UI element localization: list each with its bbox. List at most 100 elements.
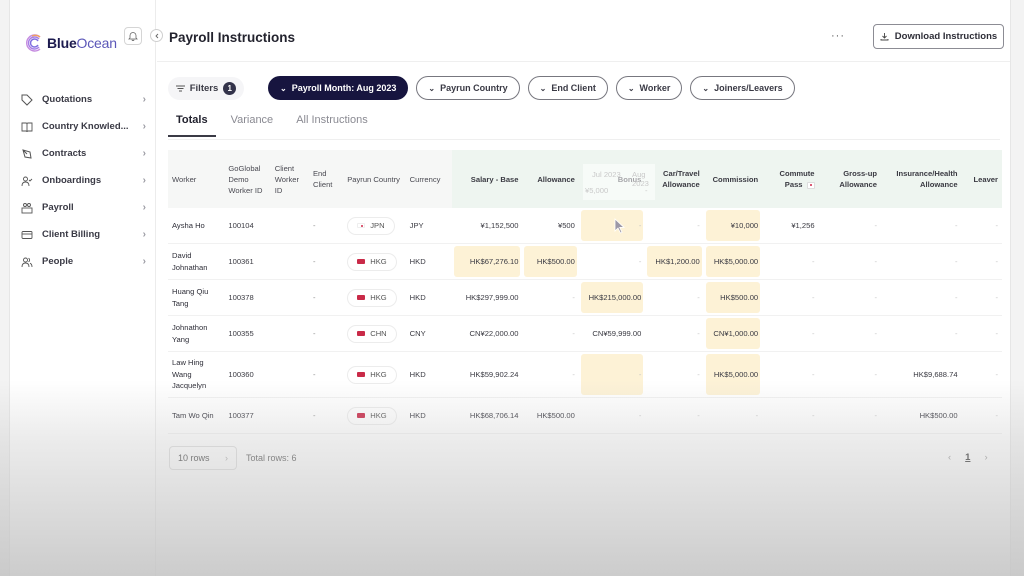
sidebar-item-onboardings[interactable]: Onboardings ›: [20, 167, 146, 194]
leaver-cell[interactable]: -: [961, 316, 1002, 352]
insurance-cell[interactable]: -: [880, 208, 962, 244]
car-cell[interactable]: -: [645, 352, 704, 398]
worker-name-cell[interactable]: Huang Qiu Tang: [168, 280, 225, 316]
tab-variance[interactable]: Variance: [223, 112, 282, 137]
filter-chip-end-client[interactable]: ⌄ End Client: [527, 76, 608, 100]
column-header[interactable]: End Client: [308, 150, 344, 208]
column-header[interactable]: Commission: [703, 150, 763, 208]
grossup-cell[interactable]: -: [818, 208, 881, 244]
car-cell[interactable]: -: [645, 316, 704, 352]
insurance-cell[interactable]: HK$9,688.74: [880, 352, 962, 398]
tab-totals[interactable]: Totals: [168, 112, 216, 137]
grossup-cell[interactable]: -: [818, 316, 881, 352]
table-row[interactable]: Johnathon Yang 100355 - CHN CNY CN¥22,000.00 -…: [168, 316, 1002, 352]
allowance-cell[interactable]: HK$500.00: [522, 244, 579, 280]
car-cell[interactable]: HK$1,200.00: [645, 244, 704, 280]
insurance-cell[interactable]: -: [880, 280, 962, 316]
car-cell[interactable]: -: [645, 280, 704, 316]
rows-per-page-select[interactable]: 10 rows ›: [169, 446, 237, 470]
leaver-cell[interactable]: -: [961, 244, 1002, 280]
page-number-button[interactable]: 1: [965, 452, 970, 463]
filter-chip-worker[interactable]: ⌄ Worker: [615, 76, 683, 100]
insurance-cell[interactable]: -: [880, 316, 962, 352]
filter-chip-payrun-country[interactable]: ⌄ Payrun Country: [416, 76, 520, 100]
filter-chip-joiners-leavers[interactable]: ⌄ Joiners/Leavers: [690, 76, 795, 100]
sidebar-item-country-knowledge[interactable]: Country Knowled... ›: [20, 113, 146, 140]
commission-cell[interactable]: CN¥1,000.00: [703, 316, 763, 352]
bonus-cell[interactable]: -: [578, 352, 646, 398]
grossup-cell[interactable]: -: [818, 244, 881, 280]
column-header[interactable]: Payrun Country: [343, 150, 406, 208]
column-header[interactable]: GoGlobal Demo Worker ID: [224, 150, 271, 208]
allowance-cell[interactable]: -: [522, 352, 579, 398]
collapse-sidebar-button[interactable]: [150, 29, 163, 42]
logo[interactable]: BlueOcean: [25, 33, 117, 53]
grossup-cell[interactable]: -: [818, 398, 881, 434]
column-header-commute-pass[interactable]: Commute Pass: [762, 150, 819, 208]
worker-name-cell[interactable]: Aysha Ho: [168, 208, 225, 244]
leaver-cell[interactable]: -: [961, 352, 1002, 398]
car-cell[interactable]: -: [645, 208, 704, 244]
table-row[interactable]: Huang Qiu Tang 100378 - HKG HKD HK$297,999.00…: [168, 280, 1002, 316]
column-header[interactable]: Leaver: [961, 150, 1002, 208]
worker-name-cell[interactable]: Tam Wo Qin: [168, 398, 225, 434]
column-header[interactable]: Insurance/Health Allowance: [880, 150, 962, 208]
column-header[interactable]: Currency: [405, 150, 452, 208]
sidebar-item-contracts[interactable]: Contracts ›: [20, 140, 146, 167]
commute-cell[interactable]: -: [762, 280, 819, 316]
grossup-cell[interactable]: -: [818, 352, 881, 398]
column-header[interactable]: Worker: [168, 150, 225, 208]
bonus-cell[interactable]: HK$215,000.00: [578, 280, 646, 316]
allowance-cell[interactable]: -: [522, 316, 579, 352]
tab-all-instructions[interactable]: All Instructions: [288, 112, 376, 137]
salary-cell[interactable]: HK$68,706.14: [451, 398, 523, 434]
allowance-cell[interactable]: ¥500: [522, 208, 579, 244]
sidebar-item-payroll[interactable]: Payroll ›: [20, 194, 146, 221]
salary-cell[interactable]: HK$59,902.24: [451, 352, 523, 398]
salary-cell[interactable]: ¥1,152,500: [451, 208, 523, 244]
allowance-cell[interactable]: -: [522, 280, 579, 316]
leaver-cell[interactable]: -: [961, 280, 1002, 316]
grossup-cell[interactable]: -: [818, 280, 881, 316]
column-header[interactable]: Allowance: [522, 150, 579, 208]
table-row[interactable]: Aysha Ho 100104 - JPN JPY ¥1,152,500 ¥500 - - ¥10…: [168, 208, 1002, 244]
table-row[interactable]: Law Hing Wang Jacquelyn 100360- HKG HKD HK$5…: [168, 352, 1002, 398]
commute-cell[interactable]: ¥1,256: [762, 208, 819, 244]
commute-cell[interactable]: -: [762, 316, 819, 352]
table-row[interactable]: David Johnathan 100361 - HKG HKD HK$67,276.10…: [168, 244, 1002, 280]
commission-cell[interactable]: -: [703, 398, 763, 434]
column-header[interactable]: Salary - Base: [451, 150, 523, 208]
bonus-cell[interactable]: CN¥59,999.00: [578, 316, 646, 352]
prev-page-button[interactable]: ‹: [948, 452, 951, 463]
filter-chip-payroll-month[interactable]: ⌄ Payroll Month: Aug 2023: [268, 76, 409, 100]
commute-cell[interactable]: -: [762, 244, 819, 280]
download-instructions-button[interactable]: Download Instructions: [873, 24, 1004, 49]
leaver-cell[interactable]: -: [961, 398, 1002, 434]
car-cell[interactable]: -: [645, 398, 704, 434]
leaver-cell[interactable]: -: [961, 208, 1002, 244]
worker-name-cell[interactable]: Johnathon Yang: [168, 316, 225, 352]
insurance-cell[interactable]: -: [880, 244, 962, 280]
commission-cell[interactable]: ¥10,000: [703, 208, 763, 244]
commission-cell[interactable]: HK$500.00: [703, 280, 763, 316]
bonus-cell[interactable]: -: [578, 208, 646, 244]
filters-button[interactable]: Filters 1: [168, 76, 244, 100]
commission-cell[interactable]: HK$5,000.00: [703, 352, 763, 398]
insurance-cell[interactable]: HK$500.00: [880, 398, 962, 434]
bonus-cell[interactable]: -: [578, 244, 646, 280]
sidebar-item-client-billing[interactable]: Client Billing ›: [20, 221, 146, 248]
more-options-button[interactable]: ···: [831, 30, 845, 42]
sidebar-item-quotations[interactable]: Quotations ›: [20, 86, 146, 113]
table-row[interactable]: Tam Wo Qin 100377 - HKG HKD HK$68,706.14 HK$50…: [168, 398, 1002, 434]
commute-cell[interactable]: -: [762, 352, 819, 398]
salary-cell[interactable]: CN¥22,000.00: [451, 316, 523, 352]
worker-name-cell[interactable]: Law Hing Wang Jacquelyn: [168, 352, 225, 398]
commute-cell[interactable]: -: [762, 398, 819, 434]
salary-cell[interactable]: HK$67,276.10: [451, 244, 523, 280]
column-header[interactable]: Client Worker ID: [270, 150, 309, 208]
allowance-cell[interactable]: HK$500.00: [522, 398, 579, 434]
commission-cell[interactable]: HK$5,000.00: [703, 244, 763, 280]
bonus-cell[interactable]: -: [578, 398, 646, 434]
sidebar-item-people[interactable]: People ›: [20, 248, 146, 275]
worker-name-cell[interactable]: David Johnathan: [168, 244, 225, 280]
